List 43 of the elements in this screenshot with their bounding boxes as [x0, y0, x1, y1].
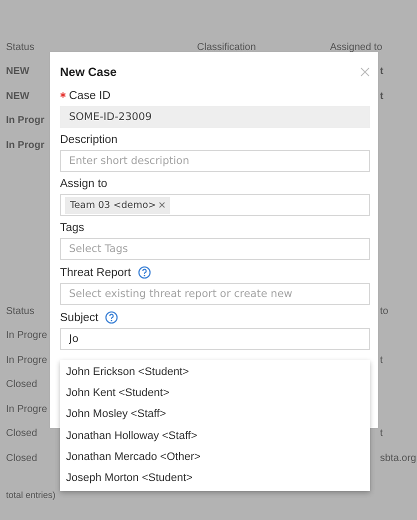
- table-cell: sbta.org: [380, 452, 417, 464]
- input-field[interactable]: Enter short description: [60, 150, 370, 172]
- entries-count: total entries): [6, 490, 56, 500]
- table-cell-text: In Progre: [5, 404, 48, 415]
- help-icon[interactable]: [105, 311, 118, 324]
- suggestion-item[interactable]: Jonathan Mercado <Other>: [60, 446, 370, 468]
- field-label: Description: [60, 134, 118, 146]
- table-cell-text: Closed: [5, 452, 38, 464]
- input-field[interactable]: Select existing threat report or create new: [60, 283, 370, 305]
- table-cell-text: t: [380, 354, 384, 366]
- table-cell-text: In Progr: [5, 140, 46, 151]
- table-cell-text: Closed: [5, 428, 38, 440]
- table-cell-text: NEW: [5, 66, 30, 78]
- case-id-field: SOME-ID-23009: [60, 106, 370, 128]
- column-header: Status: [5, 42, 36, 53]
- field-label: Assign to: [60, 178, 108, 190]
- suggestion-item[interactable]: John Mosley <Staff>: [60, 404, 370, 426]
- field-label: Subject: [60, 312, 98, 324]
- field-label: Threat Report: [60, 266, 131, 278]
- suggestion-item[interactable]: Jonathan Holloway <Staff>: [60, 426, 370, 447]
- help-icon[interactable]: [138, 266, 151, 279]
- column-header: Classification: [197, 42, 257, 53]
- team-tag[interactable]: Team 03 <demo>: [65, 196, 170, 214]
- table-cell-text: t: [380, 90, 384, 102]
- table-cell-text: NEW: [5, 90, 30, 102]
- dialog-title: New Case: [60, 65, 117, 79]
- assign-field[interactable]: Team 03 <demo>: [60, 194, 370, 216]
- suggestion-item[interactable]: Joseph Morton <Student>: [60, 468, 370, 490]
- remove-icon[interactable]: [159, 202, 166, 208]
- suggestion-item[interactable]: John Erickson <Student>: [60, 362, 370, 384]
- table-cell-text: In Progre: [5, 330, 48, 342]
- column-header: Status: [5, 306, 36, 317]
- table-cell-text: t: [380, 66, 384, 78]
- field-label: Case ID: [69, 90, 111, 102]
- suggestion-item[interactable]: John Kent <Student>: [60, 383, 370, 404]
- table-cell-text: Closed: [5, 379, 38, 390]
- column-header: Assigned to: [330, 42, 384, 53]
- input-field[interactable]: Select Tags: [60, 238, 370, 260]
- table-cell-text: t: [380, 428, 384, 440]
- table-cell-text: In Progr: [5, 115, 46, 126]
- table-cell-text: In Progre: [5, 354, 48, 366]
- column-header: to: [380, 306, 390, 317]
- field-label: Tags: [60, 222, 84, 234]
